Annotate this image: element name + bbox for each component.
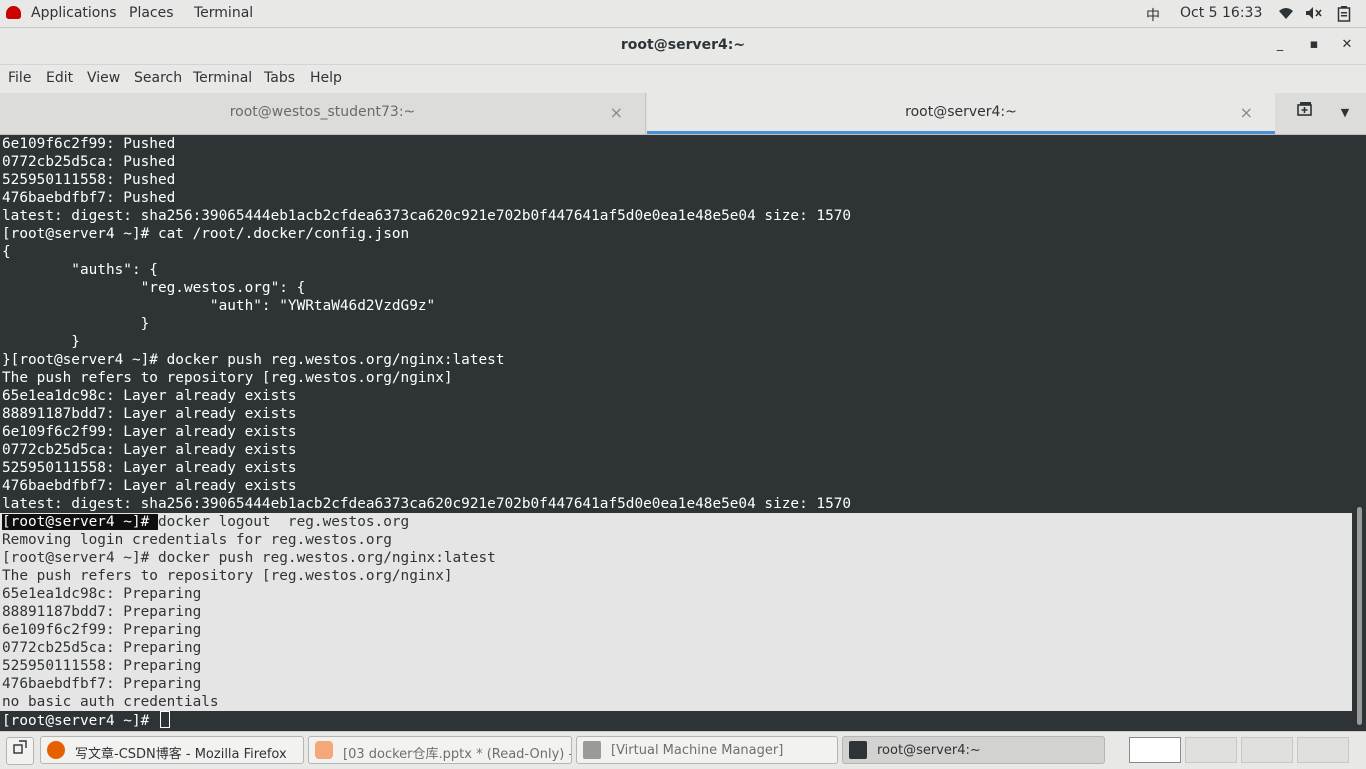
- text-cursor: [159, 711, 170, 728]
- tab-menu-chevron-icon[interactable]: ▼: [1330, 101, 1360, 125]
- prompt-text: [root@server4 ~]#: [2, 713, 158, 729]
- menu-edit[interactable]: Edit: [46, 70, 73, 86]
- task-virt-manager[interactable]: [Virtual Machine Manager]: [576, 736, 838, 764]
- tab-close-icon[interactable]: ×: [1240, 103, 1253, 122]
- workspace-1[interactable]: [1129, 737, 1181, 763]
- task-firefox[interactable]: 写文章-CSDN博客 - Mozilla Firefox: [40, 736, 304, 764]
- terminal-line: "reg.westos.org": {: [2, 280, 306, 296]
- tab-bar: root@westos_student73:~ × root@server4:~…: [0, 93, 1366, 135]
- applications-menu[interactable]: Applications: [31, 5, 117, 21]
- terminal-line: 6e109f6c2f99: Pushed: [2, 136, 176, 152]
- task-label: [03 docker仓库.pptx * (Read-Only) -...: [343, 747, 572, 762]
- task-label: 写文章-CSDN博客 - Mozilla Firefox: [75, 747, 287, 762]
- terminal-line-selected: 476baebdfbf7: Preparing: [2, 676, 202, 692]
- firefox-icon: [47, 741, 65, 759]
- minimize-button[interactable]: _: [1271, 36, 1289, 54]
- taskbar: 写文章-CSDN博客 - Mozilla Firefox [03 docker仓…: [0, 731, 1366, 769]
- terminal-line: 6e109f6c2f99: Layer already exists: [2, 424, 297, 440]
- workspace-2[interactable]: [1185, 737, 1237, 763]
- terminal-line-selected: 88891187bdd7: Preparing: [2, 604, 202, 620]
- terminal-line: 65e1ea1dc98c: Layer already exists: [2, 388, 297, 404]
- terminal-line-selected: [root@server4 ~]# docker push reg.westos…: [2, 550, 496, 566]
- terminal-line: 476baebdfbf7: Pushed: [2, 190, 176, 206]
- terminal-line: 525950111558: Layer already exists: [2, 460, 297, 476]
- input-method-indicator[interactable]: 中: [1146, 5, 1160, 25]
- tab-close-icon[interactable]: ×: [610, 103, 623, 122]
- terminal-prompt-line[interactable]: [root@server4 ~]#: [2, 711, 851, 729]
- task-label: [Virtual Machine Manager]: [611, 743, 784, 758]
- terminal-line: }[root@server4 ~]# docker push reg.westo…: [2, 352, 505, 368]
- terminal-line: 0772cb25d5ca: Layer already exists: [2, 442, 297, 458]
- show-desktop-icon[interactable]: [6, 737, 34, 765]
- menu-search[interactable]: Search: [134, 70, 182, 86]
- volume-muted-icon[interactable]: [1305, 6, 1323, 24]
- places-menu[interactable]: Places: [129, 5, 174, 21]
- terminal-line-selected: 65e1ea1dc98c: Preparing: [2, 586, 202, 602]
- redhat-icon[interactable]: [6, 6, 21, 19]
- virt-manager-icon: [583, 741, 601, 759]
- menubar: File Edit View Search Terminal Tabs Help: [0, 65, 1366, 93]
- terminal-output[interactable]: 6e109f6c2f99: Pushed 0772cb25d5ca: Pushe…: [2, 135, 851, 729]
- terminal-line: }: [2, 316, 150, 332]
- terminal-line: }: [2, 334, 80, 350]
- tab-westos-student73[interactable]: root@westos_student73:~ ×: [0, 93, 646, 134]
- battery-icon[interactable]: [1337, 6, 1351, 26]
- window-titlebar[interactable]: root@server4:~ _ ▪ ✕: [0, 28, 1366, 65]
- workspace-4[interactable]: [1297, 737, 1349, 763]
- clock-time[interactable]: 16:33: [1222, 5, 1262, 21]
- terminal-line-selected: no basic auth credentials: [2, 694, 219, 710]
- maximize-button[interactable]: ▪: [1305, 36, 1323, 54]
- terminal-line: 525950111558: Pushed: [2, 172, 176, 188]
- close-button[interactable]: ✕: [1338, 36, 1356, 54]
- menu-help[interactable]: Help: [310, 70, 342, 86]
- terminal-view[interactable]: 6e109f6c2f99: Pushed 0772cb25d5ca: Pushe…: [0, 135, 1352, 731]
- terminal-line: [root@server4 ~]# cat /root/.docker/conf…: [2, 226, 410, 242]
- clock-date[interactable]: Oct 5: [1180, 5, 1218, 21]
- new-tab-icon[interactable]: [1285, 101, 1325, 125]
- wifi-icon[interactable]: [1278, 6, 1294, 24]
- prompt-text: [root@server4 ~]#: [2, 514, 158, 530]
- impress-icon: [315, 741, 333, 759]
- tab-label: root@westos_student73:~: [229, 104, 416, 120]
- terminal-line: "auth": "YWRtaW46d2VzdG9z": [2, 298, 436, 314]
- window-title: root@server4:~: [620, 37, 746, 53]
- terminal-line-selected: 6e109f6c2f99: Preparing: [2, 622, 202, 638]
- terminal-line-selected: [root@server4 ~]# docker logout reg.west…: [2, 513, 851, 531]
- scrollbar-thumb[interactable]: [1357, 507, 1362, 725]
- menu-file[interactable]: File: [8, 70, 31, 86]
- terminal-icon: [849, 741, 867, 759]
- terminal-line: latest: digest: sha256:39065444eb1acb2cf…: [2, 208, 852, 224]
- terminal-line-selected: Removing login credentials for reg.westo…: [2, 532, 392, 548]
- terminal-line: 88891187bdd7: Layer already exists: [2, 406, 297, 422]
- menu-terminal[interactable]: Terminal: [193, 70, 252, 86]
- terminal-line: "auths": {: [2, 262, 158, 278]
- workspace-3[interactable]: [1241, 737, 1293, 763]
- terminal-line-selected: 525950111558: Preparing: [2, 658, 202, 674]
- task-impress[interactable]: [03 docker仓库.pptx * (Read-Only) -...: [308, 736, 572, 764]
- menu-tabs[interactable]: Tabs: [264, 70, 295, 86]
- terminal-line: The push refers to repository [reg.westo…: [2, 370, 453, 386]
- tab-server4[interactable]: root@server4:~ ×: [647, 93, 1275, 134]
- tab-label: root@server4:~: [905, 104, 1017, 120]
- terminal-line-selected: The push refers to repository [reg.westo…: [2, 568, 453, 584]
- terminal-app-menu[interactable]: Terminal: [194, 5, 253, 21]
- task-terminal[interactable]: root@server4:~: [842, 736, 1105, 764]
- terminal-line: latest: digest: sha256:39065444eb1acb2cf…: [2, 496, 852, 512]
- terminal-line: 476baebdfbf7: Layer already exists: [2, 478, 297, 494]
- task-label: root@server4:~: [877, 743, 981, 758]
- terminal-line: {: [2, 244, 11, 260]
- terminal-line: 0772cb25d5ca: Pushed: [2, 154, 176, 170]
- menu-view[interactable]: View: [87, 70, 120, 86]
- terminal-line-selected: 0772cb25d5ca: Preparing: [2, 640, 202, 656]
- terminal-scrollbar[interactable]: [1352, 135, 1366, 731]
- command-text: docker logout reg.westos.org: [157, 514, 410, 530]
- top-panel: Applications Places Terminal 中 Oct 5 16:…: [0, 0, 1366, 28]
